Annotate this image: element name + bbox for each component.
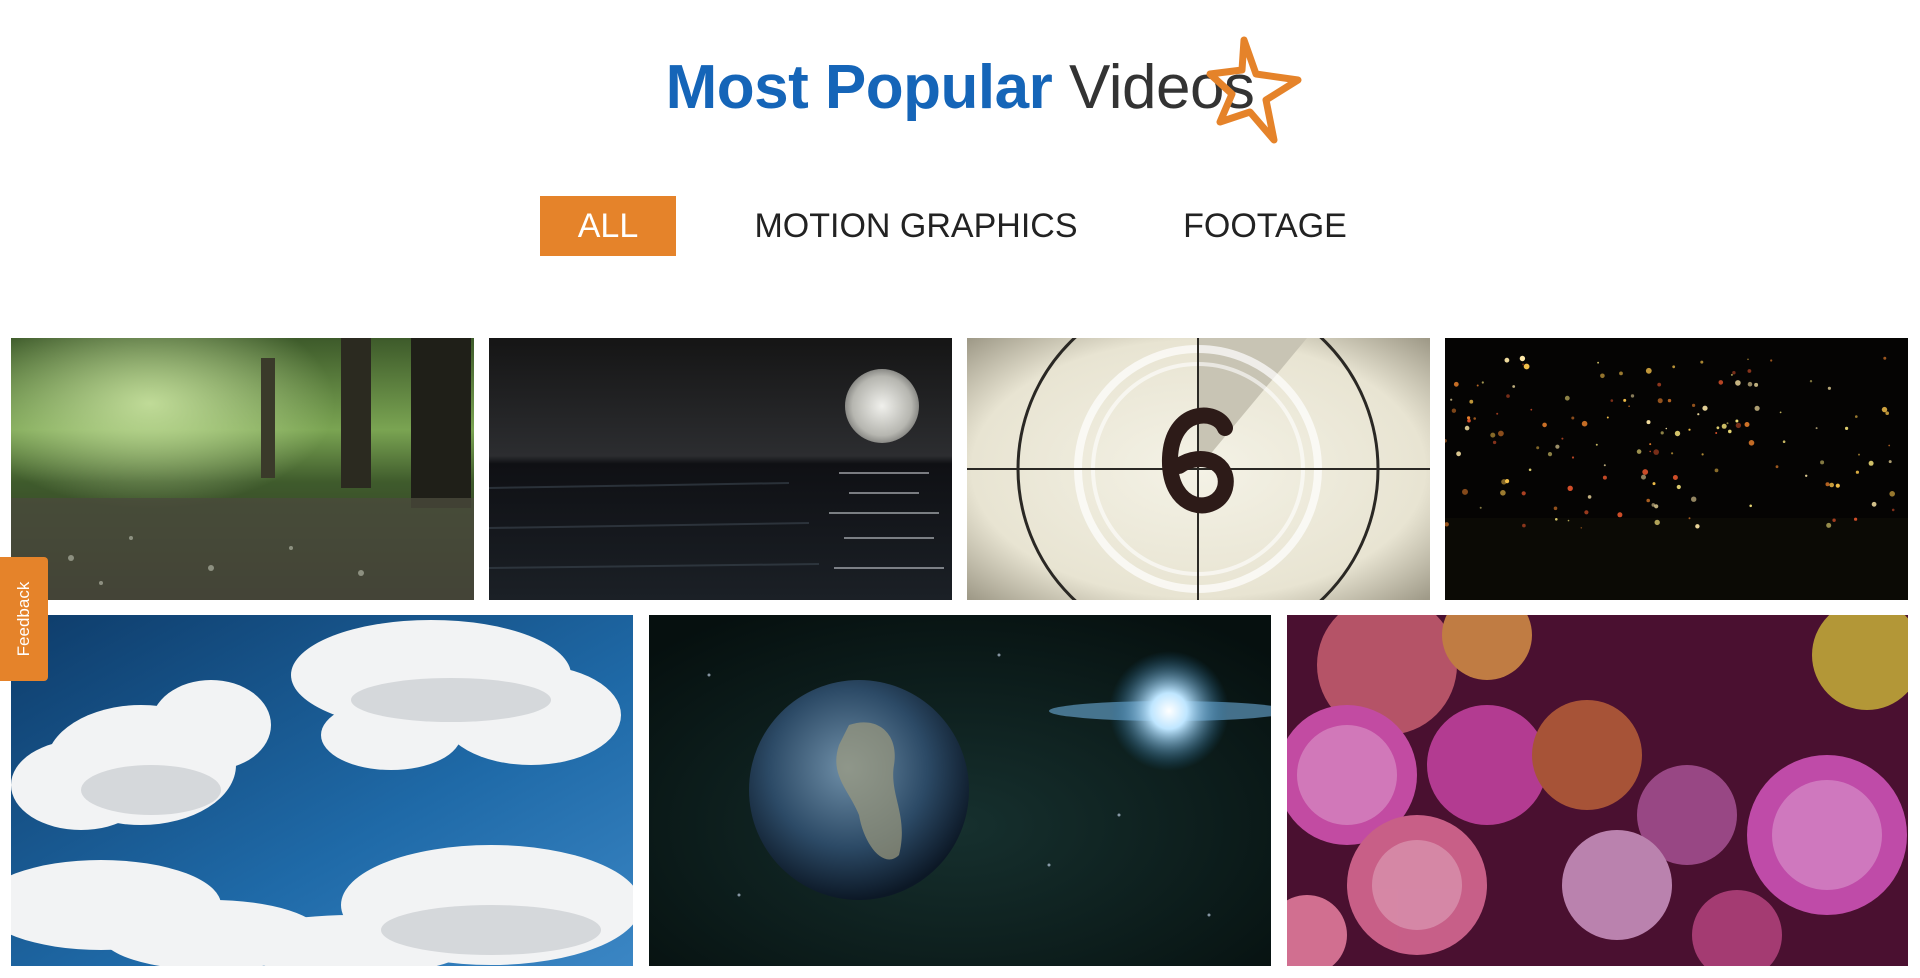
- video-thumbnail-moon-ocean[interactable]: [489, 338, 952, 600]
- filter-tab-footage[interactable]: FOOTAGE: [1180, 196, 1350, 256]
- video-thumbnail-earth-space[interactable]: [649, 615, 1271, 966]
- star-outline-icon: [1206, 36, 1302, 144]
- video-thumbnail-rain-forest[interactable]: [11, 338, 474, 600]
- filter-tab-motion-graphics[interactable]: MOTION GRAPHICS: [752, 196, 1080, 256]
- filter-tab-all[interactable]: ALL: [540, 196, 676, 256]
- feedback-label: Feedback: [14, 581, 33, 657]
- video-thumbnail-golden-particles[interactable]: [1445, 338, 1908, 600]
- page-title: Most Popular Videos: [0, 48, 1920, 128]
- video-thumbnail-clouds[interactable]: [11, 615, 633, 966]
- video-thumbnail-film-countdown[interactable]: [967, 338, 1430, 600]
- category-filter-bar: ALL MOTION GRAPHICS FOOTAGE: [0, 196, 1920, 256]
- feedback-tab[interactable]: Feedback: [0, 557, 48, 681]
- video-thumbnail-pink-bokeh[interactable]: [1287, 615, 1908, 966]
- title-strong: Most Popular: [665, 53, 1053, 122]
